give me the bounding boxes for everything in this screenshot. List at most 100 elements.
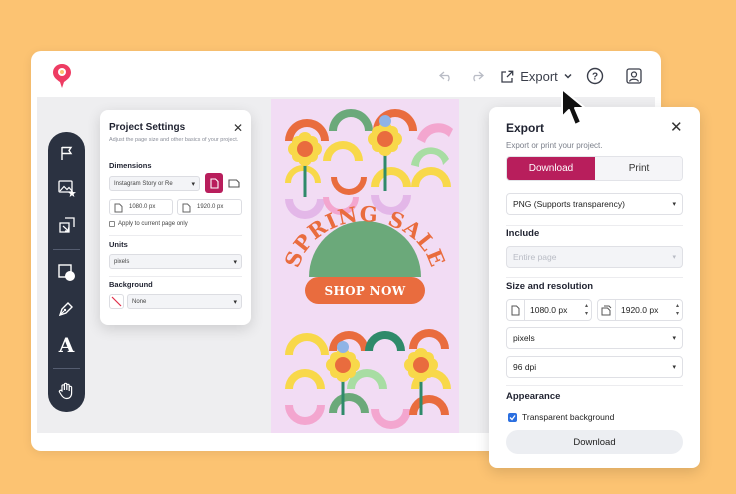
pen-tool[interactable] <box>54 296 79 321</box>
background-select[interactable]: None ▾ <box>127 294 242 309</box>
project-settings-title: Project Settings <box>109 122 186 133</box>
redo-button[interactable] <box>467 65 487 87</box>
include-select[interactable]: Entire page ▾ <box>506 246 683 268</box>
export-label: Export <box>520 68 558 84</box>
export-icon <box>501 70 514 83</box>
landscape-button[interactable] <box>225 174 242 193</box>
export-title: Export <box>506 121 545 135</box>
export-panel: Export ✕ Export or print your project. D… <box>489 107 700 468</box>
stepper-icon[interactable]: ▴ ▾ <box>676 302 679 318</box>
tab-download[interactable]: Download <box>507 157 595 180</box>
page-icon <box>507 300 525 320</box>
portrait-icon <box>209 177 219 189</box>
transparent-background-checkbox[interactable] <box>508 412 517 422</box>
export-units-select[interactable]: pixels ▾ <box>506 327 683 349</box>
image-star-icon <box>57 180 76 197</box>
poster-art: SPRING SALE <box>279 109 453 429</box>
export-width-value: 1080.0 px <box>530 305 568 315</box>
close-icon[interactable]: ✕ <box>233 121 243 135</box>
export-button[interactable]: Export <box>499 65 573 87</box>
chevron-down-icon: ▾ <box>233 258 237 266</box>
shop-now-button[interactable]: SHOP NOW <box>305 277 425 304</box>
height-field[interactable]: 1920.0 px <box>177 199 242 215</box>
height-value: 1920.0 px <box>197 204 224 210</box>
chevron-down-icon: ▾ <box>191 180 195 188</box>
format-select[interactable]: PNG (Supports transparency) ▾ <box>506 193 683 215</box>
export-mode-tabs: Download Print <box>506 156 683 181</box>
help-button[interactable]: ? <box>584 65 606 87</box>
account-icon <box>626 68 642 84</box>
flag-tool[interactable] <box>54 140 79 165</box>
page-icon <box>182 203 191 213</box>
design-poster[interactable]: SPRING SALE SHOP NOW <box>271 99 459 433</box>
export-units-value: pixels <box>513 333 535 343</box>
undo-button[interactable] <box>436 65 456 87</box>
toolbar-divider <box>53 368 80 369</box>
image-tool[interactable] <box>54 176 79 201</box>
divider <box>506 277 683 278</box>
flag-icon <box>60 146 72 160</box>
hand-icon <box>58 382 73 399</box>
shape-icon <box>57 263 75 281</box>
background-heading: Background <box>109 280 153 289</box>
mouse-cursor-icon <box>561 88 586 126</box>
divider <box>109 235 242 236</box>
dpi-select[interactable]: 96 dpi ▾ <box>506 356 683 378</box>
undo-icon <box>439 71 450 82</box>
toolbar-divider <box>53 249 80 250</box>
stepper-icon[interactable]: ▴ ▾ <box>585 302 588 318</box>
text-icon: A <box>58 332 75 357</box>
apply-current-page-checkbox[interactable] <box>109 221 115 227</box>
chevron-down-icon: ▾ <box>233 298 237 306</box>
background-swatch[interactable] <box>109 294 124 309</box>
units-value: pixels <box>114 258 130 265</box>
chevron-down-icon: ▾ <box>672 201 676 208</box>
check-icon <box>509 414 516 420</box>
help-icon: ? <box>586 67 604 85</box>
divider <box>506 385 683 386</box>
apply-current-page-label: Apply to current page only <box>118 221 188 227</box>
divider <box>109 276 242 277</box>
project-settings-subtitle: Adjust the page size and other basics of… <box>109 137 239 143</box>
page-icon <box>114 203 123 213</box>
include-heading: Include <box>506 228 540 239</box>
dimensions-heading: Dimensions <box>109 161 152 170</box>
tab-print[interactable]: Print <box>595 157 682 180</box>
account-button[interactable] <box>623 65 645 87</box>
export-subtitle: Export or print your project. <box>506 141 603 150</box>
size-preset-select[interactable]: Instagram Story or Re ▾ <box>109 176 200 191</box>
shape-tool[interactable] <box>54 260 79 285</box>
project-settings-panel: Project Settings ✕ Adjust the page size … <box>100 110 251 325</box>
export-height-value: 1920.0 px <box>621 305 659 315</box>
text-tool[interactable]: A <box>54 332 79 357</box>
chevron-down-icon: ▾ <box>672 335 676 342</box>
size-preset-value: Instagram Story or Re <box>114 180 173 187</box>
logo-icon <box>53 64 71 88</box>
background-value: None <box>132 298 147 305</box>
resize-icon <box>58 216 75 233</box>
hand-tool[interactable] <box>54 378 79 403</box>
chevron-down-icon <box>564 73 572 79</box>
units-select[interactable]: pixels ▾ <box>109 254 242 269</box>
chevron-down-icon: ▾ <box>672 254 676 261</box>
resize-tool[interactable] <box>54 212 79 237</box>
size-resolution-heading: Size and resolution <box>506 281 594 292</box>
format-value: PNG (Supports transparency) <box>513 199 625 209</box>
tool-sidebar: A <box>48 132 85 412</box>
units-heading: Units <box>109 240 128 249</box>
pen-icon <box>58 302 73 317</box>
download-button[interactable]: Download <box>506 430 683 454</box>
redo-icon <box>473 71 484 82</box>
divider <box>506 225 683 226</box>
width-field[interactable]: 1080.0 px <box>109 199 173 215</box>
export-width-field[interactable]: 1080.0 px ▴ ▾ <box>506 299 592 321</box>
dpi-value: 96 dpi <box>513 362 537 372</box>
transparent-background-row: Transparent background <box>508 412 614 422</box>
landscape-icon <box>227 179 240 188</box>
no-fill-icon <box>111 296 122 307</box>
close-icon[interactable]: ✕ <box>670 118 683 136</box>
svg-text:?: ? <box>592 72 598 83</box>
apply-current-page-row: Apply to current page only <box>109 221 188 227</box>
portrait-button[interactable] <box>205 173 223 193</box>
export-height-field[interactable]: 1920.0 px ▴ ▾ <box>597 299 683 321</box>
